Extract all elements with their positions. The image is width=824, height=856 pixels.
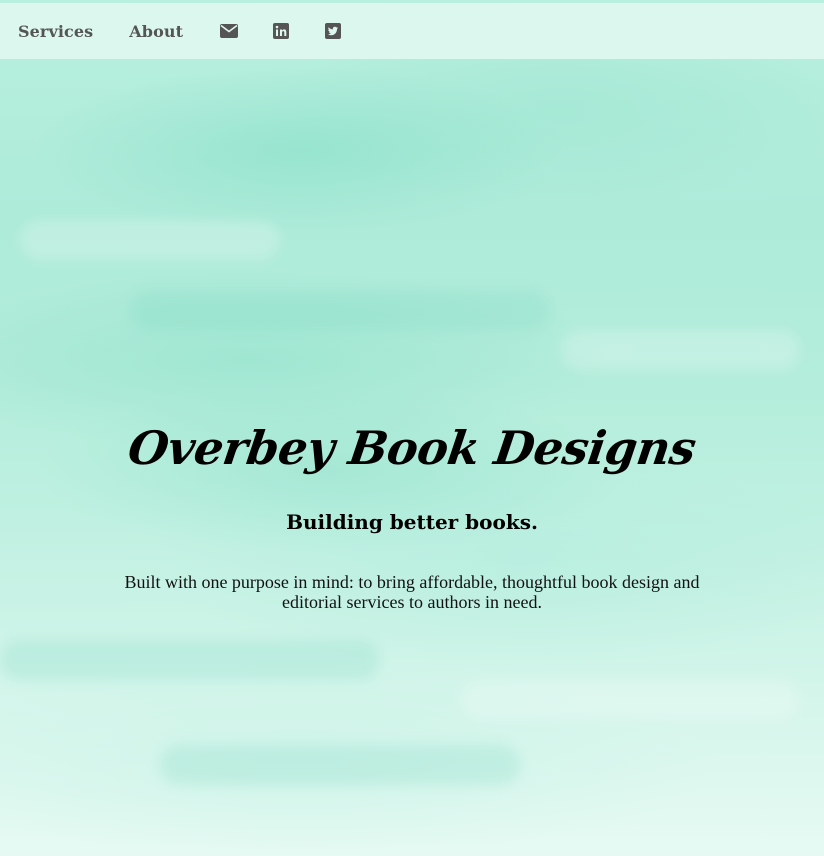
watercolor-texture (560, 330, 800, 370)
watercolor-texture (0, 640, 380, 680)
watercolor-texture (160, 745, 520, 785)
email-icon[interactable] (219, 21, 239, 41)
twitter-icon[interactable] (323, 21, 343, 41)
watercolor-texture (20, 220, 280, 260)
site-title: Overbey Book Designs (124, 421, 700, 475)
nav-link-services[interactable]: Services (18, 22, 93, 41)
nav-link-about[interactable]: About (129, 22, 183, 41)
page-background: Services About Overbey Book Designs Buil… (0, 0, 824, 856)
linkedin-icon[interactable] (271, 21, 291, 41)
top-navbar: Services About (0, 3, 824, 59)
tagline: Building better books. (286, 510, 538, 534)
hero-section: Overbey Book Designs Building better boo… (0, 410, 824, 612)
watercolor-texture (460, 680, 800, 720)
watercolor-texture (130, 290, 550, 330)
hero-description: Built with one purpose in mind: to bring… (124, 572, 700, 612)
